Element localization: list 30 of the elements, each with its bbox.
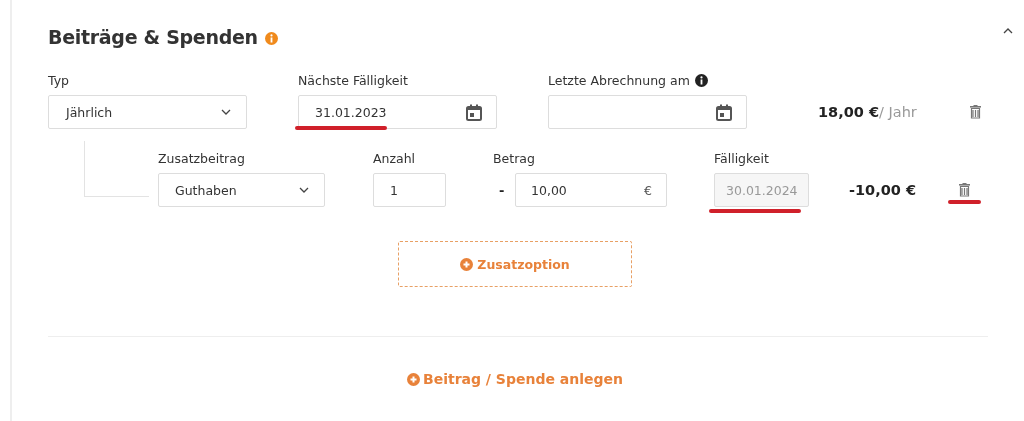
- field-label: Fälligkeit: [714, 151, 769, 166]
- trash-icon[interactable]: [959, 183, 970, 197]
- plus-circle-icon: [406, 372, 420, 386]
- chevron-down-icon: [220, 108, 232, 116]
- field-label: Zusatzbeitrag: [158, 151, 245, 166]
- field-label: Nächste Fälligkeit: [298, 73, 408, 88]
- calendar-icon[interactable]: [466, 103, 482, 121]
- input-field[interactable]: 10,00 €: [515, 173, 667, 207]
- field-label: Betrag: [493, 151, 535, 166]
- select-field[interactable]: Guthaben: [158, 173, 325, 207]
- chevron-down-icon: [298, 186, 310, 194]
- info-icon: [264, 32, 278, 45]
- collapse-icon[interactable]: [1002, 27, 1014, 35]
- date-field[interactable]: 31.01.2023: [298, 95, 497, 129]
- tree-connector: [84, 141, 149, 197]
- trash-icon[interactable]: [970, 105, 981, 119]
- section-title: Beiträge & Spenden: [48, 26, 258, 48]
- minus-sign: -: [499, 182, 506, 198]
- plus-circle-icon: [460, 257, 474, 271]
- period: / Jahr: [879, 104, 917, 120]
- amount: 18,00 €: [818, 104, 879, 120]
- amount: -10,00 €: [849, 182, 917, 198]
- field-label: Anzahl: [373, 151, 416, 166]
- field-label: Typ: [48, 73, 70, 88]
- select-field[interactable]: Jährlich: [48, 95, 247, 129]
- calendar-icon[interactable]: [716, 103, 732, 121]
- date-field[interactable]: [548, 95, 747, 129]
- field-label: Letzte Abrechnung am: [548, 73, 690, 88]
- input-field[interactable]: 1: [373, 173, 446, 207]
- currency-unit: €: [644, 182, 652, 198]
